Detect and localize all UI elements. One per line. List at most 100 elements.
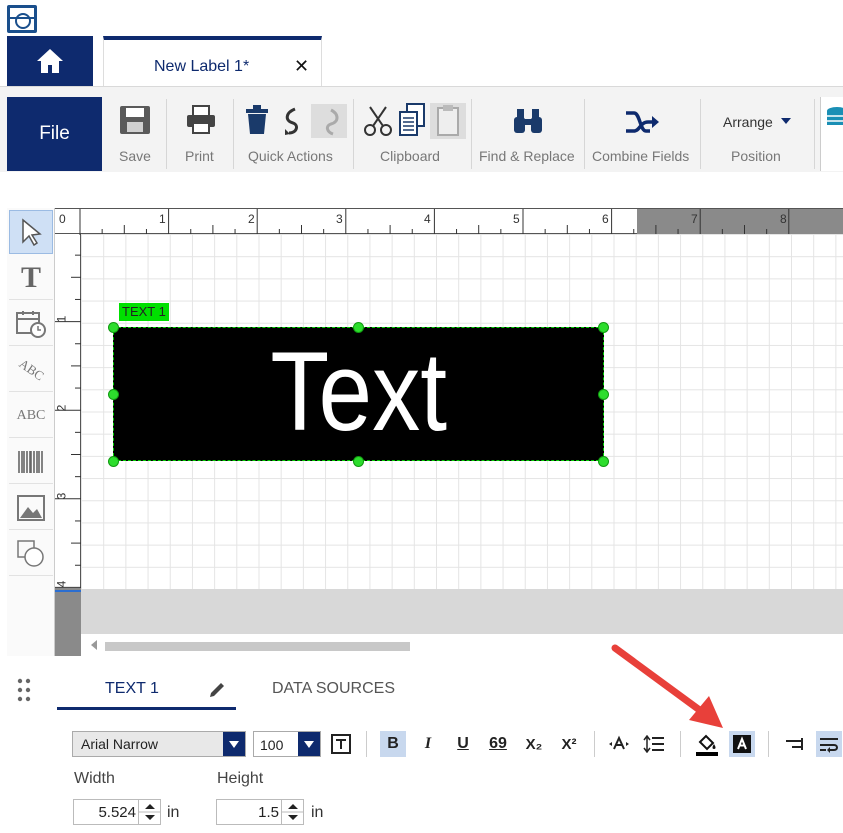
tab-text-properties[interactable]: TEXT 1 <box>57 670 236 710</box>
height-value: 1.5 <box>258 804 279 821</box>
underline-button[interactable]: U <box>450 731 476 757</box>
word-wrap-button[interactable] <box>816 731 842 757</box>
align-right-button[interactable] <box>781 731 807 757</box>
tab-label: TEXT 1 <box>105 680 159 697</box>
v-ruler-label: 4 <box>54 580 69 588</box>
strikethrough-button[interactable]: 69 <box>485 731 511 757</box>
width-stepper[interactable] <box>138 800 161 824</box>
redo-icon[interactable] <box>311 104 347 138</box>
fixed-text-tool[interactable]: ABC <box>9 394 53 438</box>
subscript-button[interactable]: X₂ <box>521 731 547 757</box>
arrange-dropdown[interactable]: Arrange <box>723 114 773 130</box>
ribbon-toolbar: File Save Print Quick Actions Clipboard … <box>0 86 843 172</box>
datetime-tool[interactable] <box>9 302 53 346</box>
chevron-down-icon[interactable] <box>223 732 245 756</box>
binoculars-icon[interactable] <box>512 107 544 140</box>
resize-handle[interactable] <box>598 322 609 333</box>
file-button[interactable]: File <box>7 97 102 171</box>
tab-data-sources[interactable]: DATA SOURCES <box>272 680 395 698</box>
picture-icon <box>17 494 45 521</box>
font-family-select[interactable]: Arial Narrow <box>72 731 246 757</box>
h-ruler-label: 4 <box>424 212 431 226</box>
width-label: Width <box>74 770 115 787</box>
clipboard-label: Clipboard <box>380 148 440 164</box>
h-ruler-label: 2 <box>248 212 255 226</box>
position-label: Position <box>731 148 781 164</box>
text-t-icon: T <box>20 260 41 294</box>
text-fit-button[interactable] <box>328 731 354 757</box>
barcode-icon <box>18 450 43 473</box>
align-icon <box>786 738 803 750</box>
h-ruler-label: 1 <box>159 212 166 226</box>
resize-handle[interactable] <box>353 322 364 333</box>
object-name-tag: TEXT 1 <box>119 303 169 321</box>
title-bar <box>0 0 843 36</box>
v-ruler-label: 1 <box>54 315 69 323</box>
canvas-margin <box>81 589 843 634</box>
h-ruler-label: 3 <box>336 212 343 226</box>
resize-handle[interactable] <box>108 456 119 467</box>
drag-grip-icon[interactable] <box>17 678 31 707</box>
ribbon-divider <box>233 99 234 169</box>
text-tool[interactable]: T <box>9 256 53 300</box>
combine-fields-label: Combine Fields <box>592 148 690 164</box>
select-tool[interactable] <box>9 210 53 254</box>
image-tool[interactable] <box>9 486 53 530</box>
database-icon <box>827 107 843 125</box>
resize-handle[interactable] <box>598 389 609 400</box>
ribbon-divider <box>814 99 815 169</box>
print-icon[interactable] <box>186 105 216 140</box>
pointer-icon <box>22 218 42 246</box>
document-tab[interactable]: New Label 1* ✕ <box>103 36 322 86</box>
width-unit: in <box>167 804 180 821</box>
undo-icon[interactable] <box>281 107 303 140</box>
height-stepper[interactable] <box>281 800 304 824</box>
width-input[interactable]: 5.524 <box>73 799 161 825</box>
app-icon <box>7 5 37 33</box>
pencil-icon[interactable] <box>207 680 227 700</box>
document-tab-title: New Label 1* <box>154 58 250 75</box>
text-object[interactable]: Text <box>113 327 604 461</box>
stepper-arrows-icon <box>282 804 304 820</box>
italic-button[interactable]: I <box>415 731 441 757</box>
close-tab-button[interactable]: ✕ <box>294 56 309 77</box>
database-button[interactable] <box>820 97 843 171</box>
barcode-tool[interactable] <box>9 440 53 484</box>
save-icon[interactable] <box>119 105 151 140</box>
combine-fields-icon[interactable] <box>624 109 660 140</box>
v-ruler-label: 2 <box>54 404 69 412</box>
abc-text-icon: ABC <box>16 407 46 423</box>
v-ruler-label: 3 <box>54 492 69 500</box>
delete-icon[interactable] <box>244 105 270 140</box>
ribbon-divider <box>353 99 354 169</box>
paste-icon[interactable] <box>430 103 466 139</box>
cut-icon[interactable] <box>364 105 392 142</box>
vertical-ruler: 0 1 2 3 4 <box>54 208 81 656</box>
resize-handle[interactable] <box>108 322 119 333</box>
resize-handle[interactable] <box>598 456 609 467</box>
find-replace-label: Find & Replace <box>479 148 575 164</box>
height-unit: in <box>311 804 324 821</box>
resize-handle[interactable] <box>108 389 119 400</box>
annotation-arrow-icon <box>611 644 723 728</box>
height-input[interactable]: 1.5 <box>216 799 304 825</box>
width-value: 5.524 <box>98 804 136 821</box>
font-color-icon <box>733 735 751 753</box>
shape-tool[interactable] <box>9 532 53 576</box>
toolbar-divider <box>594 731 595 757</box>
shapes-icon <box>17 539 44 567</box>
copy-icon[interactable] <box>398 103 426 142</box>
home-tab[interactable] <box>7 36 93 86</box>
horizontal-ruler: 0 1 2 3 4 5 6 7 8 <box>55 208 843 235</box>
h-ruler-label: 0 <box>59 212 66 226</box>
font-size-select[interactable]: 100 <box>253 731 321 757</box>
scroll-left-icon[interactable] <box>91 640 97 650</box>
text-object-content: Text <box>270 329 447 454</box>
scrollbar-thumb[interactable] <box>105 642 410 651</box>
superscript-button[interactable]: X² <box>556 731 582 757</box>
resize-handle[interactable] <box>353 456 364 467</box>
chevron-down-icon[interactable] <box>298 732 320 756</box>
toolbar-divider <box>366 731 367 757</box>
bold-button[interactable]: B <box>380 731 406 757</box>
curved-text-tool[interactable]: ABC <box>9 348 53 392</box>
